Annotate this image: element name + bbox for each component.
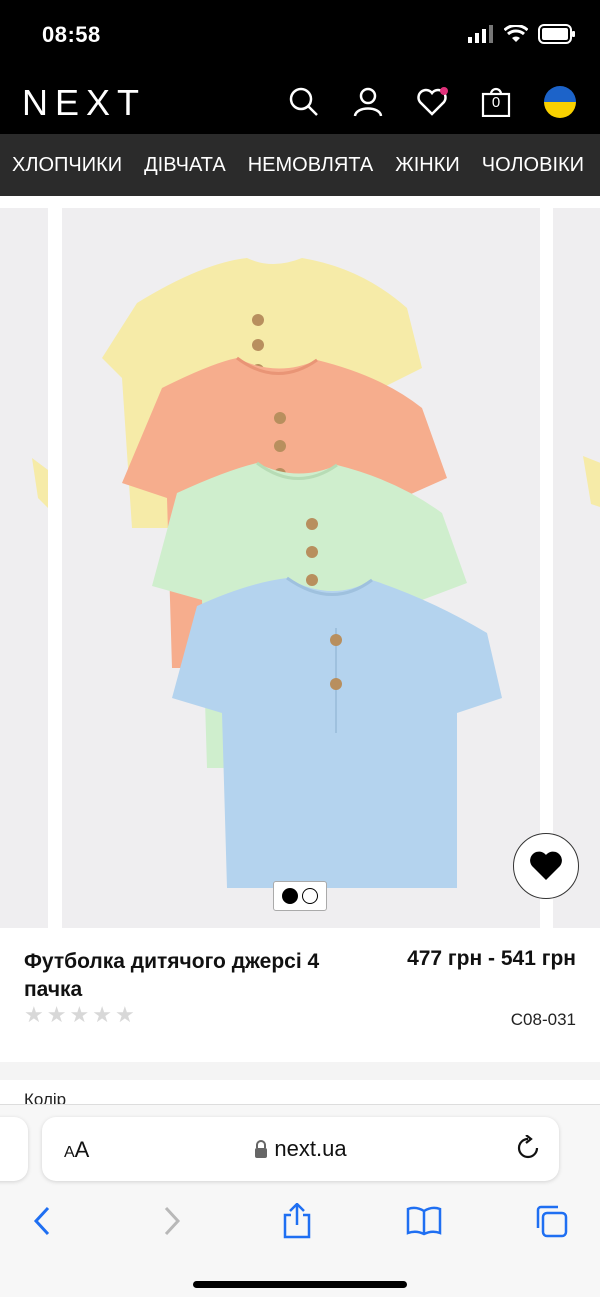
category-nav: ХЛОПЧИКИ ДІВЧАТА НЕМОВЛЯТА ЖІНКИ ЧОЛОВІКИ	[0, 134, 600, 196]
nav-item-boys[interactable]: ХЛОПЧИКИ	[12, 134, 122, 196]
pagination-dot-1[interactable]	[282, 888, 298, 904]
nav-item-babies[interactable]: НЕМОВЛЯТА	[248, 134, 374, 196]
rating-stars[interactable]: ★ ★ ★ ★ ★	[24, 1002, 135, 1028]
star-icon: ★	[46, 1002, 67, 1027]
nav-item-girls[interactable]: ДІВЧАТА	[144, 134, 226, 196]
previous-tab-peek[interactable]	[0, 1117, 28, 1181]
share-button[interactable]	[277, 1201, 317, 1241]
share-icon	[283, 1203, 311, 1239]
product-price: 477 грн - 541 грн	[407, 947, 576, 970]
heart-icon	[417, 87, 448, 116]
heart-filled-icon	[530, 851, 562, 880]
star-icon: ★	[24, 1002, 44, 1027]
search-icon	[289, 87, 318, 116]
image-pagination[interactable]	[273, 881, 327, 911]
site-header: NEXT 0	[0, 72, 600, 134]
account-button[interactable]	[350, 84, 386, 120]
status-icons	[468, 24, 576, 44]
product-title: Футболка дитячого джерсі 4 пачка	[24, 950, 320, 1001]
next-logo[interactable]: NEXT	[22, 82, 146, 124]
chevron-left-icon	[33, 1206, 50, 1236]
bag-button[interactable]: 0	[478, 84, 514, 120]
url-text: next.ua	[274, 1136, 347, 1161]
ukraine-flag-icon	[544, 86, 576, 118]
next-image-peek[interactable]	[553, 208, 600, 928]
bag-count: 0	[491, 94, 501, 111]
star-icon: ★	[114, 1002, 135, 1027]
pagination-dot-2[interactable]	[302, 888, 318, 904]
nav-item-women[interactable]: ЖІНКИ	[395, 134, 460, 196]
country-selector[interactable]	[542, 84, 578, 120]
signal-icon	[468, 25, 493, 43]
wifi-icon	[504, 25, 528, 42]
browser-toolbar	[0, 1201, 600, 1241]
address-bar[interactable]: AA next.ua	[42, 1117, 559, 1181]
reload-icon	[517, 1134, 539, 1159]
nav-item-men[interactable]: ЧОЛОВІКИ	[482, 134, 584, 196]
status-bar: 08:58	[0, 0, 600, 72]
book-icon	[406, 1206, 442, 1236]
home-indicator	[193, 1281, 407, 1288]
bookmarks-button[interactable]	[404, 1201, 444, 1241]
lock-icon	[255, 1140, 268, 1158]
favourites-button[interactable]	[414, 84, 450, 120]
search-button[interactable]	[286, 84, 322, 120]
chevron-right-icon	[164, 1206, 181, 1236]
star-icon: ★	[92, 1002, 112, 1027]
star-icon: ★	[69, 1002, 90, 1027]
status-time: 08:58	[42, 22, 101, 47]
product-image[interactable]	[62, 208, 540, 928]
back-button[interactable]	[22, 1201, 62, 1241]
tabs-icon	[536, 1205, 568, 1238]
user-icon	[353, 87, 383, 117]
product-code: C08-031	[510, 1010, 576, 1029]
product-gallery[interactable]	[0, 196, 600, 936]
url-display[interactable]: next.ua	[42, 1136, 559, 1162]
section-divider	[0, 1062, 600, 1080]
product-info: Футболка дитячого джерсі 4 пачка 477 грн…	[0, 936, 600, 1064]
forward-button[interactable]	[152, 1201, 192, 1241]
tshirt-stack-illustration	[102, 258, 502, 888]
reload-button[interactable]	[515, 1134, 541, 1166]
previous-image-peek[interactable]	[0, 208, 48, 928]
tabs-button[interactable]	[531, 1201, 571, 1241]
battery-icon	[538, 24, 575, 44]
safari-bottom-bar: AA next.ua	[0, 1104, 600, 1297]
add-to-favourites-button[interactable]	[513, 833, 579, 899]
